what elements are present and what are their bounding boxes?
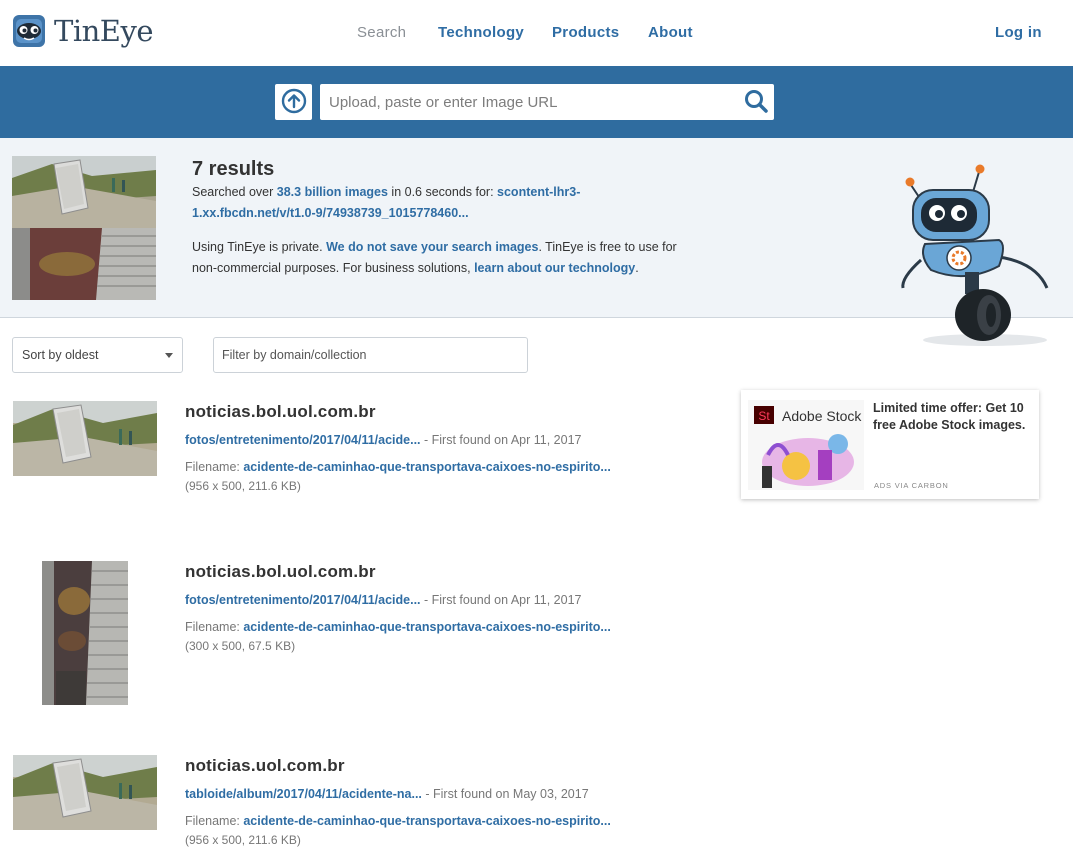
privacy-text-1: Using TinEye is private.: [192, 240, 327, 254]
image-dimensions: (956 x 500, 211.6 KB): [185, 479, 301, 493]
nav-about[interactable]: About: [648, 24, 693, 41]
filename-label: Filename:: [185, 460, 244, 474]
result-path-line: fotos/entretenimento/2017/04/11/acide...…: [185, 433, 582, 447]
filename-link[interactable]: acidente-de-caminhao-que-transportava-ca…: [243, 814, 610, 828]
nav-search[interactable]: Search: [357, 24, 406, 41]
result-thumbnail[interactable]: [13, 755, 157, 830]
result-path-link[interactable]: fotos/entretenimento/2017/04/11/acide...: [185, 593, 421, 607]
login-link[interactable]: Log in: [995, 24, 1042, 41]
adobe-brand-text: Adobe Stock: [782, 408, 862, 424]
ads-via-carbon[interactable]: ADS VIA CARBON: [874, 481, 949, 490]
searched-prefix: Searched over: [192, 185, 277, 199]
search-details: Searched over 38.3 billion images in 0.6…: [192, 182, 692, 224]
nav-technology[interactable]: Technology: [438, 24, 524, 41]
result-domain[interactable]: noticias.uol.com.br: [185, 756, 345, 776]
sort-selected-value: Sort by oldest: [22, 348, 99, 362]
ad-image[interactable]: St Adobe Stock: [748, 400, 864, 490]
chevron-down-icon: [165, 353, 173, 358]
result-path-link[interactable]: tabloide/album/2017/04/11/acidente-na...: [185, 787, 422, 801]
image-url-input[interactable]: [320, 84, 730, 120]
results-count: 7 results: [192, 158, 275, 180]
filename-label: Filename:: [185, 620, 244, 634]
first-found: - First found on May 03, 2017: [421, 787, 589, 801]
result-filename-line: Filename: acidente-de-caminhao-que-trans…: [185, 620, 611, 634]
query-image: [12, 156, 156, 300]
image-dimensions: (300 x 500, 67.5 KB): [185, 639, 296, 653]
nav-products[interactable]: Products: [552, 24, 619, 41]
images-count-link[interactable]: 38.3 billion images: [277, 185, 388, 199]
result-domain[interactable]: noticias.bol.uol.com.br: [185, 562, 376, 582]
result-item: noticias.uol.com.br tabloide/album/2017/…: [0, 754, 700, 864]
search-button[interactable]: [742, 88, 770, 116]
image-dimensions: (956 x 500, 211.6 KB): [185, 833, 301, 847]
upload-arrow-icon: [281, 88, 307, 117]
magnifier-icon: [743, 88, 769, 117]
upload-button[interactable]: [275, 84, 312, 120]
tineye-logo-icon: [12, 14, 46, 48]
privacy-text-3: .: [635, 261, 639, 275]
sort-dropdown[interactable]: Sort by oldest: [12, 337, 183, 373]
technology-link[interactable]: learn about our technology: [474, 261, 635, 275]
result-filename-line: Filename: acidente-de-caminhao-que-trans…: [185, 460, 611, 474]
result-thumbnail[interactable]: [42, 561, 128, 705]
brand-name: TinEye: [54, 14, 154, 48]
search-band: [0, 66, 1073, 138]
filename-link[interactable]: acidente-de-caminhao-que-transportava-ca…: [243, 460, 610, 474]
ad-text[interactable]: Limited time offer: Get 10 free Adobe St…: [873, 400, 1033, 434]
domain-filter-input[interactable]: [213, 337, 528, 373]
result-path-line: tabloide/album/2017/04/11/acidente-na...…: [185, 787, 589, 801]
privacy-notice: Using TinEye is private. We do not save …: [192, 237, 692, 279]
result-item: noticias.bol.uol.com.br fotos/entretenim…: [0, 400, 700, 510]
result-filename-line: Filename: acidente-de-caminhao-que-trans…: [185, 814, 611, 828]
search-box: [320, 84, 774, 120]
robot-mascot-icon: [895, 160, 1055, 350]
result-item: noticias.bol.uol.com.br fotos/entretenim…: [0, 560, 700, 710]
first-found: - First found on Apr 11, 2017: [420, 593, 582, 607]
filename-label: Filename:: [185, 814, 244, 828]
top-header: TinEye Search Technology Products About …: [0, 0, 1073, 66]
result-path-line: fotos/entretenimento/2017/04/11/acide...…: [185, 593, 582, 607]
privacy-link[interactable]: We do not save your search images: [326, 240, 538, 254]
result-domain[interactable]: noticias.bol.uol.com.br: [185, 402, 376, 422]
adobe-badge-text: St: [758, 409, 770, 423]
searched-middle: in 0.6 seconds for:: [387, 185, 498, 199]
carbon-ad[interactable]: St Adobe Stock Limited time offer: Get 1…: [741, 390, 1039, 499]
first-found: - First found on Apr 11, 2017: [420, 433, 582, 447]
tineye-logo[interactable]: TinEye: [12, 14, 154, 48]
filename-link[interactable]: acidente-de-caminhao-que-transportava-ca…: [243, 620, 610, 634]
result-path-link[interactable]: fotos/entretenimento/2017/04/11/acide...: [185, 433, 421, 447]
result-thumbnail[interactable]: [13, 401, 157, 476]
